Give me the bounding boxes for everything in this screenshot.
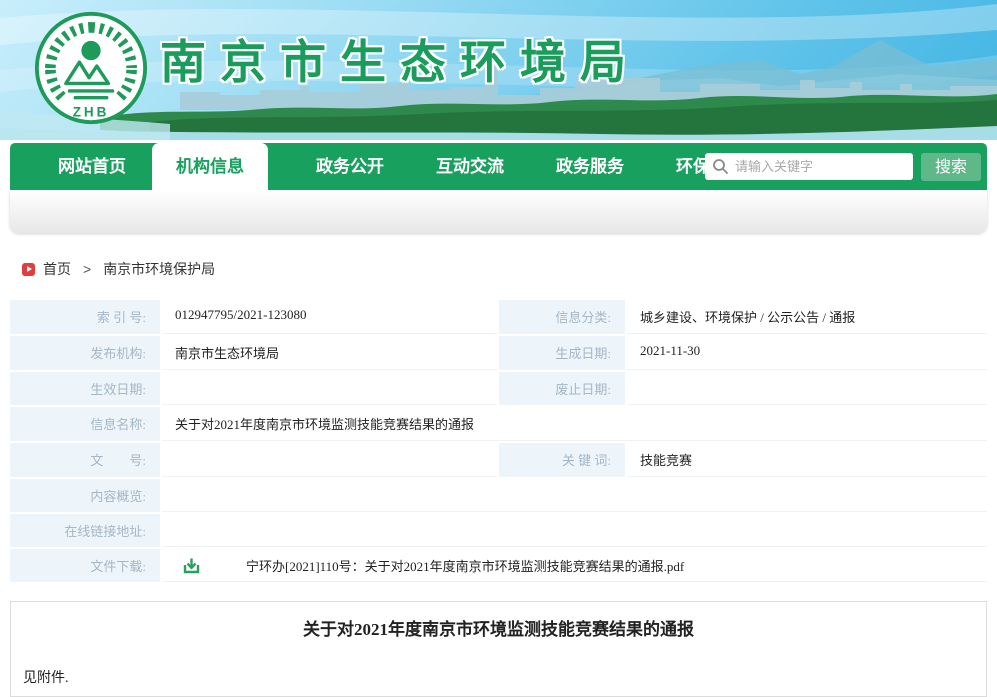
bureau-logo: ZHB (33, 10, 149, 126)
field-doc-number-value (162, 443, 497, 477)
breadcrumb: 首页 > 南京市环境保护局 (22, 259, 997, 279)
search-input[interactable] (705, 153, 913, 180)
document-info-table: 索 引 号: 012947795/2021-123080 信息分类: 城乡建设、… (10, 300, 987, 582)
nav-tab-gov-disclosure[interactable]: 政务公开 (312, 143, 388, 190)
nav-substrip (10, 190, 987, 233)
field-online-link-value (162, 514, 987, 547)
field-download-label: 文件下载: (10, 549, 160, 582)
download-file-link[interactable]: 宁环办[2021]110号：关于对2021年度南京市环境监测技能竞赛结果的通报.… (246, 556, 684, 575)
home-marker-icon (22, 263, 35, 276)
field-index-label: 索 引 号: (10, 300, 160, 334)
svg-text:ZHB: ZHB (73, 104, 109, 119)
field-effective-date-label: 生效日期: (10, 372, 160, 405)
field-publisher-label: 发布机构: (10, 336, 160, 370)
field-index-value: 012947795/2021-123080 (162, 300, 497, 334)
article-body: 见附件. (23, 667, 986, 687)
main-navigation: 网站首页 机构信息 政务公开 互动交流 政务服务 环保业务 搜索 (10, 143, 987, 233)
nav-tab-gov-services[interactable]: 政务服务 (552, 143, 628, 190)
field-publisher-value: 南京市生态环境局 (162, 336, 497, 370)
breadcrumb-home-link[interactable]: 首页 (43, 259, 71, 279)
field-category-value: 城乡建设、环境保护 / 公示公告 / 通报 (627, 300, 987, 334)
field-name-label: 信息名称: (10, 407, 160, 441)
search-box (705, 153, 913, 180)
nav-tab-site-home[interactable]: 网站首页 (54, 143, 130, 190)
article-panel: 关于对2021年度南京市环境监测技能竞赛结果的通报 见附件. (10, 601, 987, 697)
download-icon[interactable] (183, 557, 200, 574)
field-summary-value (162, 479, 987, 512)
breadcrumb-separator: > (83, 261, 91, 277)
field-online-link-label: 在线链接地址: (10, 514, 160, 547)
field-gen-date-label: 生成日期: (499, 336, 625, 370)
field-download-value: 宁环办[2021]110号：关于对2021年度南京市环境监测技能竞赛结果的通报.… (162, 549, 987, 582)
site-title: 南京市生态环境局 (160, 26, 640, 92)
field-repeal-date-label: 废止日期: (499, 372, 625, 405)
field-effective-date-value (162, 372, 497, 405)
field-name-value: 关于对2021年度南京市环境监测技能竞赛结果的通报 (162, 407, 987, 441)
field-category-label: 信息分类: (499, 300, 625, 334)
field-doc-number-label: 文 号: (10, 443, 160, 477)
field-summary-label: 内容概览: (10, 479, 160, 512)
search-icon (712, 158, 729, 175)
search-button[interactable]: 搜索 (921, 153, 981, 181)
article-title: 关于对2021年度南京市环境监测技能竞赛结果的通报 (11, 615, 986, 640)
header-banner: ZHB 南京市生态环境局 (0, 0, 997, 140)
breadcrumb-current[interactable]: 南京市环境保护局 (103, 259, 215, 279)
nav-tab-interaction[interactable]: 互动交流 (432, 143, 508, 190)
field-gen-date-value: 2021-11-30 (627, 336, 987, 370)
field-keyword-label: 关 键 词: (499, 443, 625, 477)
field-keyword-value: 技能竞赛 (627, 443, 987, 477)
nav-tab-org-info[interactable]: 机构信息 (152, 143, 268, 190)
field-repeal-date-value (627, 372, 987, 405)
